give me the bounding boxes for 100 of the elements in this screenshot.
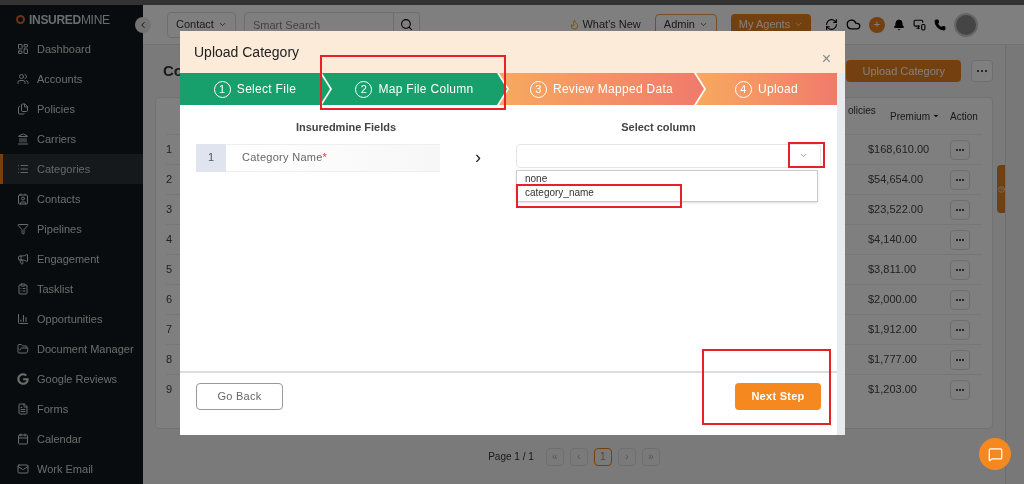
sidebar-item[interactable]: Accounts [0, 64, 143, 94]
row-number: 6 [166, 292, 174, 308]
sidebar-item[interactable]: Forms [0, 394, 143, 424]
page-label: Page 1 / 1 [488, 450, 534, 464]
premium-cell-text: $2,000.00 [868, 292, 918, 308]
ellipsis-icon [956, 358, 964, 361]
ellipsis-icon [956, 328, 964, 331]
page-button[interactable]: 1 [593, 447, 612, 466]
add-button[interactable]: + [869, 16, 885, 33]
premium-cell-text: $168,610.00 [868, 142, 931, 158]
row-number: 1 [166, 142, 174, 158]
wizard-step[interactable]: 1 Select File [180, 73, 330, 105]
premium-cell-text: $23,522.00 [868, 202, 925, 218]
chat-icon [987, 446, 1003, 462]
folder-icon [17, 343, 29, 355]
sidebar-item[interactable]: Contacts [0, 184, 143, 214]
files-icon [17, 103, 29, 115]
row-number: 9 [166, 382, 174, 398]
row-number: 2 [166, 172, 174, 188]
sidebar-item[interactable]: Pipelines [0, 214, 143, 244]
ellipsis-icon [956, 268, 964, 271]
column-heading: Select column [620, 120, 697, 135]
column-header: Action [950, 109, 979, 124]
go-back-button[interactable]: Go Back [196, 382, 283, 410]
ellipsis-icon [956, 208, 964, 211]
premium-cell-text: $1,203.00 [868, 382, 918, 398]
sidebar-item[interactable]: Tasklist [0, 274, 143, 304]
more-button[interactable] [971, 60, 993, 82]
refresh-icon[interactable] [825, 18, 838, 31]
wizard-step[interactable]: 4 Upload [696, 73, 837, 105]
help-icon [997, 185, 1005, 193]
mapping-arrow: › [474, 146, 482, 169]
chat-button[interactable] [979, 438, 1011, 470]
sidebar-item[interactable]: Carriers [0, 124, 143, 154]
dropdown-option[interactable]: none [517, 171, 817, 186]
ellipsis-icon [956, 238, 964, 241]
sidebar-item[interactable]: Categories [0, 154, 143, 184]
row-actions-button[interactable] [950, 349, 970, 370]
google-g-icon [17, 373, 29, 385]
sidebar-item[interactable]: Document Manager [0, 334, 143, 364]
ellipsis-icon [956, 298, 964, 301]
sidebar-item[interactable]: Google Reviews [0, 364, 143, 394]
sidebar-item[interactable]: Work Email [0, 454, 143, 484]
sort-caret-icon [932, 112, 940, 120]
premium-cell-text: $3,811.00 [868, 262, 918, 278]
bell-icon[interactable] [893, 18, 905, 31]
row-number: 8 [166, 352, 174, 368]
row-number: 3 [166, 202, 174, 218]
phone-icon[interactable] [934, 18, 946, 31]
users-icon [17, 73, 29, 85]
cloud-icon[interactable] [846, 17, 861, 32]
mail-icon [17, 463, 29, 475]
clipboard-icon [17, 283, 29, 295]
row-actions-button[interactable] [950, 199, 970, 220]
chevron-down-icon [799, 151, 808, 160]
sidebar-item[interactable]: Dashboard [0, 34, 143, 64]
annotation-frame [788, 142, 825, 168]
row-actions-button[interactable] [950, 289, 970, 310]
row-number: 4 [166, 232, 174, 248]
form-icon [17, 403, 29, 415]
avatar[interactable] [954, 12, 978, 37]
bank-icon [17, 133, 29, 145]
ellipsis-icon [956, 148, 964, 151]
next-step-button[interactable]: Next Step [735, 382, 821, 410]
chevron-down-icon [217, 20, 227, 29]
chevron-down-icon [794, 20, 804, 29]
column-header: olicies [847, 103, 877, 118]
sidebar-item[interactable]: Opportunities [0, 304, 143, 334]
row-number: 5 [166, 262, 174, 278]
column-heading: Insuredmine Fields [294, 120, 398, 135]
upload-category-button[interactable]: Upload Category [846, 60, 961, 82]
contact-card-icon [17, 193, 29, 205]
row-actions-button[interactable] [950, 319, 970, 340]
premium-cell-text: $1,777.00 [868, 352, 918, 368]
chevron-left-icon [138, 20, 148, 30]
column-header[interactable]: Premium [890, 108, 950, 124]
list-icon [17, 163, 29, 175]
ellipsis-icon [956, 388, 964, 391]
wizard-step[interactable]: 3 Review Mapped Data [499, 73, 704, 105]
field-label: Category Name* [226, 143, 440, 172]
funnel-icon [17, 223, 29, 235]
sidebar-item[interactable]: Engagement [0, 244, 143, 274]
whats-new-link[interactable]: What's New [569, 16, 641, 33]
row-actions-button[interactable] [950, 229, 970, 250]
row-actions-button[interactable] [950, 169, 970, 190]
wizard-step[interactable]: 2 Map File Column [322, 73, 507, 105]
dashboard-icon [17, 43, 29, 55]
dialog-title: Upload Category [194, 42, 300, 62]
row-actions-button[interactable] [950, 139, 970, 160]
flame-icon [569, 19, 581, 30]
close-button[interactable]: × [821, 51, 831, 67]
device-icon[interactable] [913, 18, 926, 31]
premium-cell-text: $1,912.00 [868, 322, 918, 338]
sidebar-item[interactable]: Policies [0, 94, 143, 124]
sidebar-item[interactable]: Calendar [0, 424, 143, 454]
row-actions-button[interactable] [950, 259, 970, 280]
calendar-icon [17, 433, 29, 445]
bar-chart-icon [17, 313, 29, 325]
row-actions-button[interactable] [950, 379, 970, 400]
row-number: 1 [196, 143, 226, 172]
